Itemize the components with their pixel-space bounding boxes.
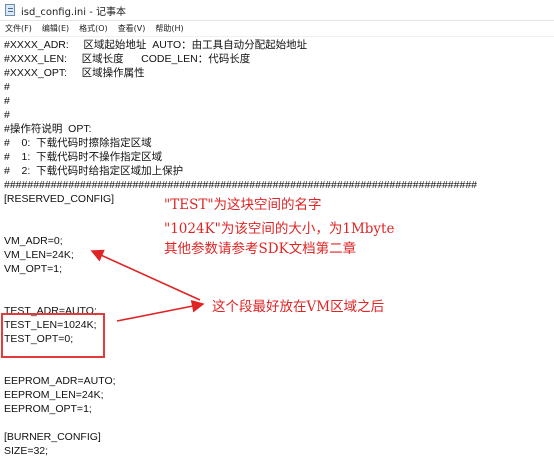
- annotation-place-after-vm: 这个段最好放在VM区域之后: [212, 299, 385, 315]
- annotation-test-name: "TEST"为这块空间的名字: [164, 197, 322, 213]
- arrow-to-vm-section: [90, 249, 201, 301]
- menu-edit[interactable]: 编辑(E): [37, 21, 74, 36]
- menu-format[interactable]: 格式(O): [74, 21, 113, 36]
- notepad-window: isd_config.ini - 记事本 文件(F) 编辑(E) 格式(O) 查…: [0, 0, 554, 462]
- menu-help[interactable]: 帮助(H): [150, 21, 188, 36]
- menu-file[interactable]: 文件(F): [0, 21, 37, 36]
- menu-view[interactable]: 查看(V): [113, 21, 151, 36]
- window-title: isd_config.ini - 记事本: [21, 7, 126, 18]
- annotation-sdk-ref: 其他参数请参考SDK文档第二章: [164, 241, 357, 257]
- annotation-test-size: "1024K"为该空间的大小，为1Mbyte: [164, 221, 395, 237]
- title-bar: isd_config.ini - 记事本: [0, 0, 554, 21]
- menu-bar: 文件(F) 编辑(E) 格式(O) 查看(V) 帮助(H): [0, 21, 554, 37]
- arrow-to-test-note: [116, 299, 205, 322]
- text-editor-area[interactable]: #XXXX_ADR: 区域起始地址 AUTO：由工具自动分配起始地址 #XXXX_…: [0, 37, 554, 462]
- notepad-app-icon: [5, 4, 15, 16]
